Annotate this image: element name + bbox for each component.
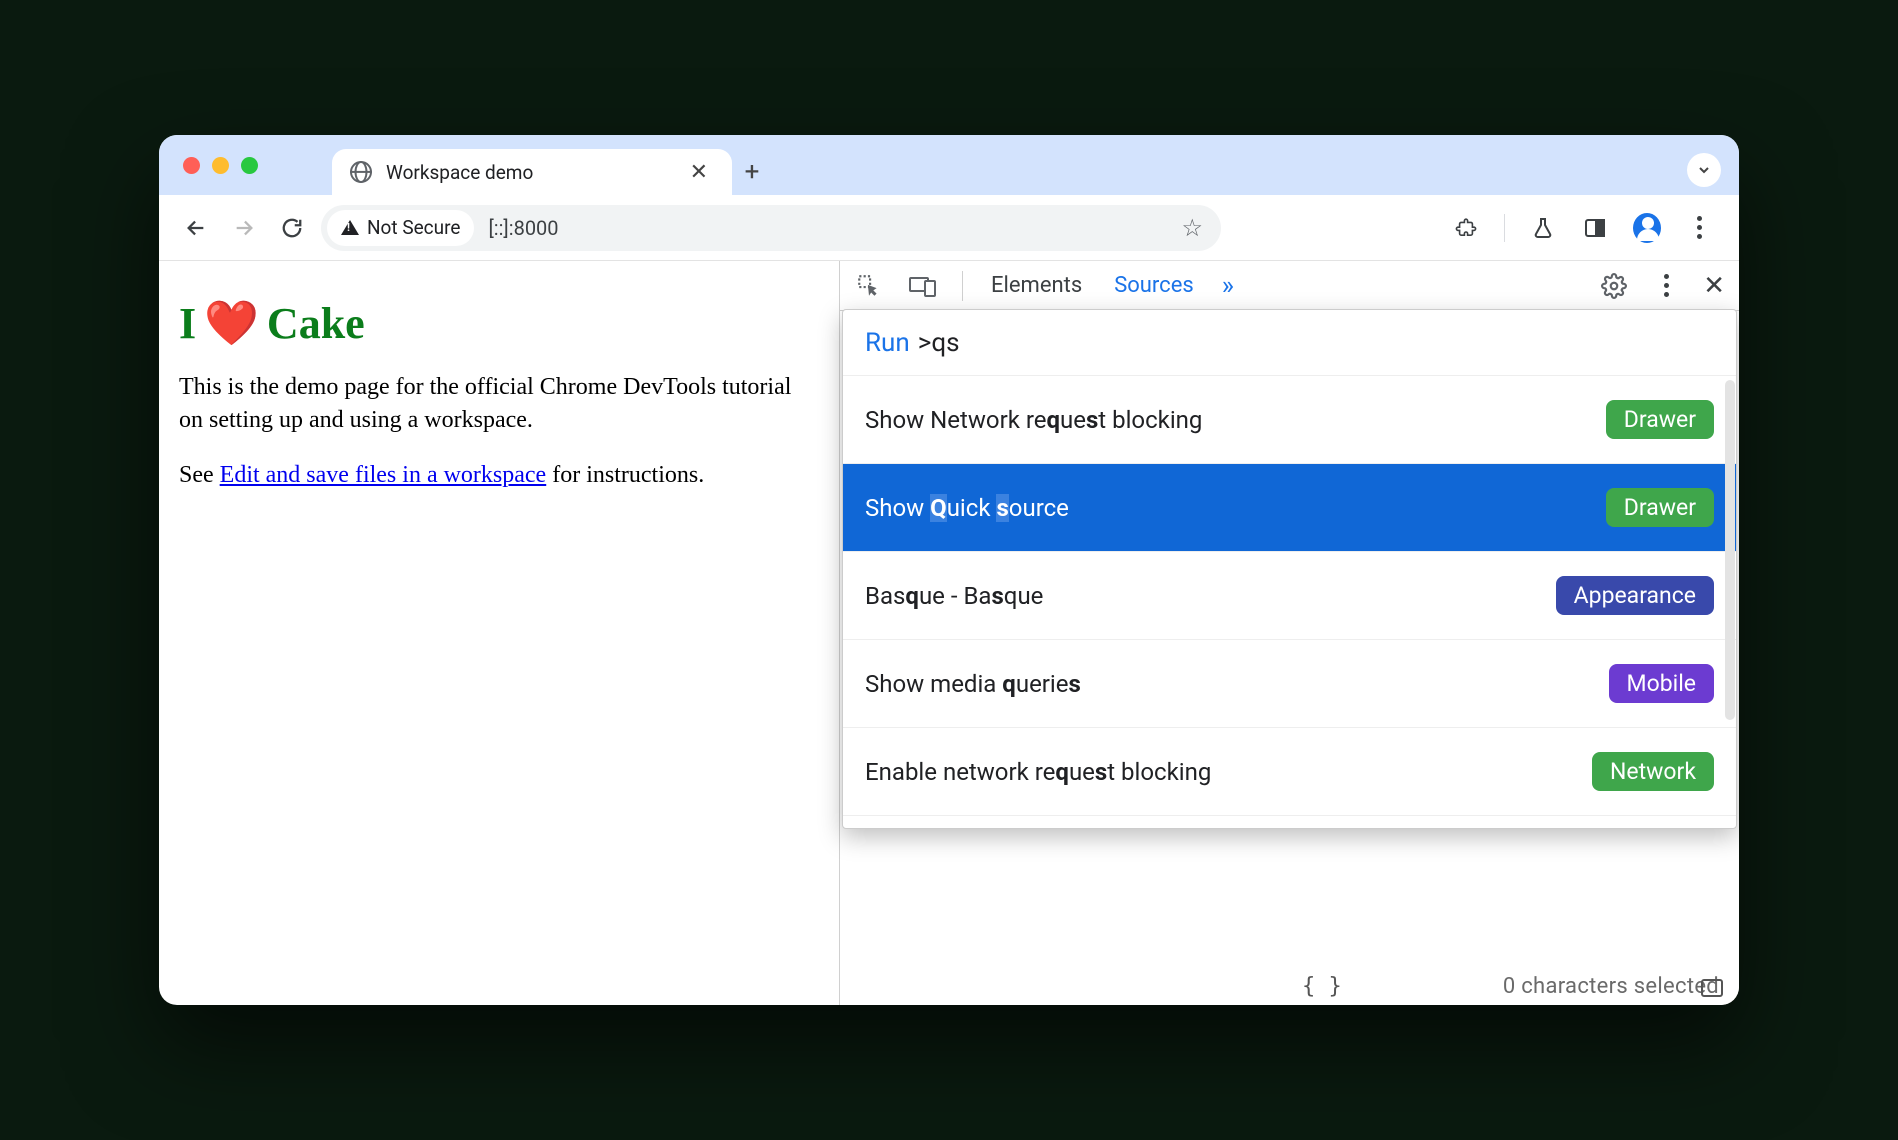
command-query: qs: [931, 328, 959, 358]
page-paragraph: See Edit and save files in a workspace f…: [179, 459, 819, 492]
profile-avatar[interactable]: [1633, 214, 1661, 242]
separator: [962, 271, 963, 301]
page-heading: I ❤️ Cake: [179, 297, 819, 349]
labs-icon[interactable]: [1529, 214, 1557, 242]
tab-sources[interactable]: Sources: [1110, 273, 1198, 298]
page-paragraph: This is the demo page for the official C…: [179, 371, 819, 437]
close-devtools-icon[interactable]: ✕: [1703, 271, 1725, 301]
command-label: Show Network request blocking: [865, 406, 1202, 434]
heading-text-post: Cake: [267, 298, 365, 349]
command-item[interactable]: Enable override network requestsPersiste…: [843, 816, 1736, 828]
command-label: Basque - Basque: [865, 582, 1043, 610]
command-input-row[interactable]: Run >qs: [843, 310, 1736, 376]
text: See: [179, 462, 220, 488]
content-area: I ❤️ Cake This is the demo page for the …: [159, 261, 1739, 1005]
command-item[interactable]: Show media queries Mobile: [843, 640, 1736, 728]
command-label: Show media queries: [865, 670, 1081, 698]
security-label: Not Secure: [367, 216, 460, 239]
command-item[interactable]: Show Network request blocking Drawer: [843, 376, 1736, 464]
toolbar: Not Secure [::]:8000 ☆: [159, 195, 1739, 261]
globe-icon: [350, 161, 372, 183]
window-controls: [183, 157, 258, 174]
workspace-link[interactable]: Edit and save files in a workspace: [220, 462, 547, 488]
more-tabs-icon[interactable]: »: [1222, 271, 1234, 301]
command-item[interactable]: Show Quick source Drawer: [843, 464, 1736, 552]
command-item[interactable]: Enable network request blocking Network: [843, 728, 1736, 816]
titlebar: Workspace demo ✕ +: [159, 135, 1739, 195]
separator: [1504, 214, 1505, 242]
command-badge: Appearance: [1556, 576, 1714, 615]
close-window-icon[interactable]: [183, 157, 200, 174]
toolbar-icons: [1452, 214, 1721, 242]
tab-elements[interactable]: Elements: [987, 273, 1086, 298]
heading-text-pre: I: [179, 298, 196, 349]
close-tab-icon[interactable]: ✕: [690, 160, 708, 185]
browser-window: Workspace demo ✕ + Not Secure [::]:8000 …: [159, 135, 1739, 1005]
command-item[interactable]: Basque - Basque Appearance: [843, 552, 1736, 640]
browser-tab[interactable]: Workspace demo ✕: [332, 149, 732, 195]
command-badge: Mobile: [1609, 664, 1715, 703]
command-label: Show Quick source: [865, 494, 1069, 522]
side-panel-icon[interactable]: [1581, 214, 1609, 242]
address-bar[interactable]: Not Secure [::]:8000 ☆: [321, 205, 1221, 251]
command-badge: Drawer: [1606, 400, 1714, 439]
coverage-icon[interactable]: [1701, 979, 1723, 997]
command-badge: Network: [1592, 752, 1714, 791]
heart-icon: ❤️: [204, 297, 259, 349]
new-tab-button[interactable]: +: [732, 149, 772, 195]
maximize-window-icon[interactable]: [241, 157, 258, 174]
command-badge: Drawer: [1606, 488, 1714, 527]
status-text: 0 characters selected: [1503, 974, 1719, 999]
page-viewport: I ❤️ Cake This is the demo page for the …: [159, 261, 839, 1005]
scrollbar[interactable]: [1725, 380, 1735, 720]
tab-title: Workspace demo: [386, 161, 533, 184]
settings-icon[interactable]: [1599, 271, 1629, 301]
command-menu: Run >qs Show Network request blocking Dra…: [842, 309, 1737, 829]
security-chip[interactable]: Not Secure: [327, 210, 474, 246]
menu-button[interactable]: [1685, 214, 1713, 242]
forward-button[interactable]: [225, 209, 263, 247]
reload-button[interactable]: [273, 209, 311, 247]
device-toggle-icon[interactable]: [908, 271, 938, 301]
minimize-window-icon[interactable]: [212, 157, 229, 174]
tabs-dropdown-button[interactable]: [1687, 153, 1721, 187]
inspect-icon[interactable]: [854, 271, 884, 301]
back-button[interactable]: [177, 209, 215, 247]
brackets-icon: { }: [1302, 974, 1342, 999]
run-label: Run: [865, 328, 910, 358]
command-label: Enable network request blocking: [865, 758, 1211, 786]
devtools-menu-button[interactable]: [1651, 271, 1681, 301]
prompt-prefix: >: [918, 328, 932, 358]
url-text: [::]:8000: [488, 216, 558, 240]
text: for instructions.: [546, 462, 704, 488]
devtools-panel: Elements Sources » ✕ Run >qs Show Networ…: [839, 261, 1739, 1005]
bookmark-icon[interactable]: ☆: [1181, 214, 1215, 242]
extensions-icon[interactable]: [1452, 214, 1480, 242]
command-list: Show Network request blockingDrawerShow …: [843, 376, 1736, 828]
warning-icon: [341, 220, 359, 235]
devtools-toolbar: Elements Sources » ✕: [840, 261, 1739, 311]
